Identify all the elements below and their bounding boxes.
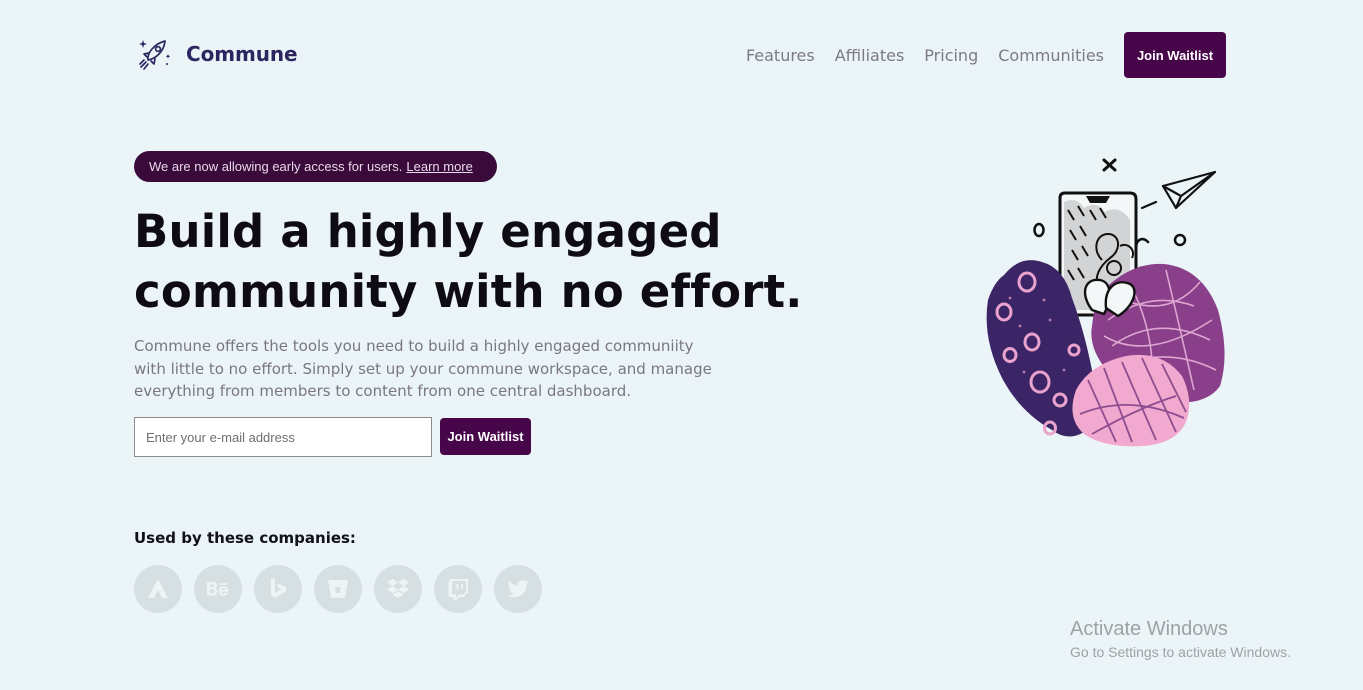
- hero-headline-line-2: community with no effort.: [134, 265, 803, 318]
- phone-paper-plane-illustration: [986, 158, 1225, 447]
- dropbox-icon[interactable]: [374, 565, 422, 613]
- brand-name: Commune: [186, 42, 298, 66]
- watermark-subtitle: Go to Settings to activate Windows.: [1070, 644, 1291, 660]
- learn-more-link[interactable]: Learn more: [406, 159, 472, 174]
- hero-description: Commune offers the tools you need to bui…: [134, 337, 712, 400]
- join-waitlist-nav-button[interactable]: Join Waitlist: [1124, 32, 1226, 78]
- atlassian-icon[interactable]: [134, 565, 182, 613]
- companies-heading: Used by these companies:: [134, 529, 356, 547]
- hero-headline-line-1: Build a highly engaged: [134, 205, 722, 258]
- waitlist-form: Join Waitlist: [134, 417, 531, 457]
- behance-icon[interactable]: [194, 565, 242, 613]
- brand-logo-link[interactable]: Commune: [134, 34, 298, 74]
- bitbucket-icon[interactable]: [314, 565, 362, 613]
- announcement-banner: We are now allowing early access for use…: [134, 151, 497, 182]
- nav-features-link[interactable]: Features: [746, 46, 815, 65]
- windows-activation-watermark: Activate Windows Go to Settings to activ…: [1070, 617, 1291, 662]
- twitter-icon[interactable]: [494, 565, 542, 613]
- rocket-icon: [139, 40, 171, 70]
- announcement-text: We are now allowing early access for use…: [149, 159, 403, 174]
- nav-communities-link[interactable]: Communities: [998, 46, 1104, 65]
- watermark-title: Activate Windows: [1070, 618, 1228, 640]
- twitch-icon[interactable]: [434, 565, 482, 613]
- nav-pricing-link[interactable]: Pricing: [924, 46, 978, 65]
- email-input[interactable]: [134, 417, 432, 457]
- main-nav: Features Affiliates Pricing Communities …: [746, 32, 1226, 78]
- join-waitlist-form-button[interactable]: Join Waitlist: [440, 418, 531, 455]
- bing-icon[interactable]: [254, 565, 302, 613]
- hero-headline: Build a highly engaged community with no…: [134, 202, 803, 322]
- company-logos: [134, 565, 542, 613]
- nav-affiliates-link[interactable]: Affiliates: [835, 46, 905, 65]
